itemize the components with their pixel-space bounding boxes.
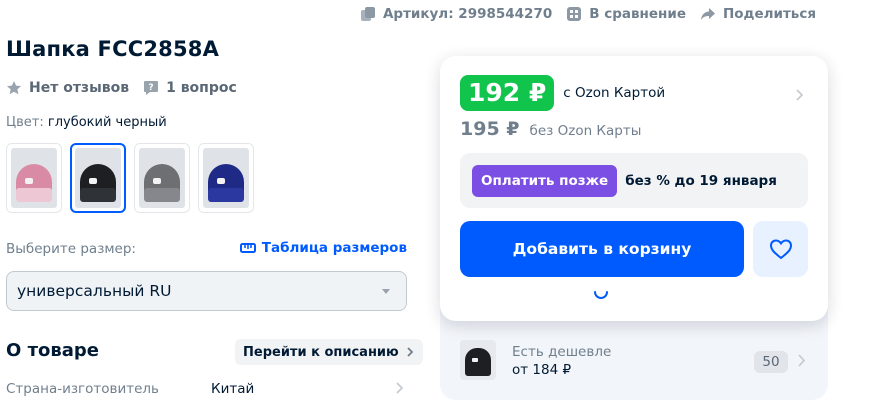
share-icon — [700, 8, 715, 20]
share-button[interactable]: Поделиться — [700, 6, 816, 22]
price-card: 192 ₽ с Ozon Картой 195 ₽ без Ozon Карты… — [440, 56, 828, 321]
regular-price-row: 195 ₽ без Ozon Карты — [460, 118, 641, 140]
color-variant-pink[interactable] — [6, 143, 62, 213]
color-variants — [6, 143, 254, 213]
color-variant-black[interactable] — [70, 143, 126, 213]
variant-image — [139, 148, 185, 208]
size-table-label: Таблица размеров — [261, 240, 407, 256]
svg-text:?: ? — [148, 83, 153, 93]
chevron-right-icon — [798, 354, 806, 367]
spec-value: Китай — [211, 381, 255, 397]
regular-price-note: без Ozon Карты — [529, 123, 642, 139]
product-meta: Нет отзывов ? 1 вопрос — [6, 80, 251, 96]
cheaper-offer-price: от 184 ₽ — [512, 362, 572, 378]
variant-image — [11, 148, 57, 208]
ozon-card-price-note: с Ozon Картой — [563, 85, 666, 101]
add-to-cart-button[interactable]: Добавить в корзину — [460, 221, 744, 277]
size-select-value: универсальный RU — [17, 282, 172, 300]
to-description-button[interactable]: Перейти к описанию — [235, 339, 423, 365]
ozon-card-price: 192 ₽ — [460, 75, 555, 111]
question-bubble-icon: ? — [144, 81, 159, 95]
sku-label: Артикул: 2998544270 — [382, 6, 553, 22]
regular-price: 195 ₽ — [460, 118, 520, 140]
reviews-label: Нет отзывов — [29, 80, 130, 96]
questions-label: 1 вопрос — [166, 80, 237, 96]
size-table-link[interactable]: Таблица размеров — [239, 240, 407, 256]
variant-image — [75, 148, 121, 208]
size-select[interactable]: универсальный RU — [6, 271, 407, 311]
heart-icon — [769, 239, 792, 260]
compare-icon — [567, 7, 582, 21]
about-title: О товаре — [6, 340, 99, 361]
color-line: Цвет: глубокий черный — [6, 115, 167, 130]
share-label: Поделиться — [722, 6, 816, 22]
chevron-right-icon[interactable] — [794, 88, 804, 102]
pay-later-box: Оплатить позже без % до 19 января — [460, 153, 808, 208]
pay-later-note: без % до 19 января — [625, 172, 777, 189]
top-actions-bar: Артикул: 2998544270 В сравнение Поделить… — [360, 6, 816, 22]
ruler-icon — [239, 243, 256, 253]
chevron-right-icon — [407, 347, 413, 357]
cheaper-offer-count: 50 — [754, 351, 788, 373]
variant-image — [203, 148, 249, 208]
compare-button[interactable]: В сравнение — [566, 6, 686, 22]
favorite-button[interactable] — [753, 221, 808, 277]
size-label: Выберите размер: — [6, 241, 136, 257]
price-row[interactable]: 192 ₽ с Ozon Картой — [460, 75, 665, 111]
chevron-right-icon — [396, 382, 404, 394]
reviews-link[interactable]: Нет отзывов — [6, 80, 129, 96]
color-variant-gray[interactable] — [134, 143, 190, 213]
copy-icon — [360, 7, 375, 21]
color-prefix: Цвет: — [6, 115, 44, 130]
cheaper-offer[interactable]: Есть дешевле от 184 ₽ 50 — [460, 340, 810, 382]
questions-link[interactable]: ? 1 вопрос — [143, 80, 237, 96]
product-title: Шапка FCC2858A — [6, 37, 220, 61]
color-variant-navy[interactable] — [198, 143, 254, 213]
sku-copy[interactable]: Артикул: 2998544270 — [360, 6, 552, 22]
chevron-down-icon — [382, 289, 390, 294]
to-description-label: Перейти к описанию — [243, 344, 399, 360]
star-icon — [7, 81, 21, 95]
pay-later-button[interactable]: Оплатить позже — [472, 164, 618, 197]
loading-spinner-icon — [594, 291, 608, 299]
spec-key: Страна-изготовитель — [6, 381, 160, 397]
cheaper-offer-label: Есть дешевле — [512, 344, 612, 360]
cheaper-offer-thumbnail — [460, 340, 496, 380]
color-value: глубокий черный — [47, 115, 167, 130]
compare-label: В сравнение — [589, 6, 686, 22]
